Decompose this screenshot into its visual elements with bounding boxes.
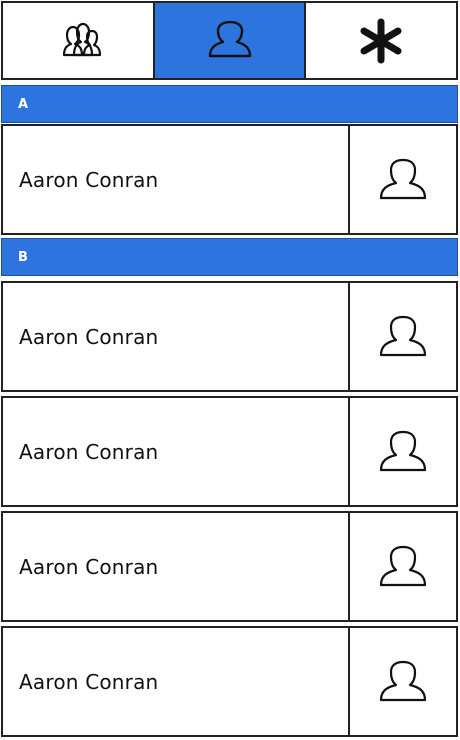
contact-name: Aaron Conran: [19, 167, 159, 192]
section-letter: A: [18, 96, 29, 112]
list-item[interactable]: Aaron Conran: [1, 281, 458, 392]
user-icon: [379, 158, 427, 199]
section-letter: B: [18, 249, 28, 265]
list-item[interactable]: Aaron Conran: [1, 124, 458, 235]
users-icon: [62, 22, 101, 56]
user-icon: [208, 20, 251, 57]
list-item[interactable]: Aaron Conran: [1, 626, 458, 737]
tab-favorites[interactable]: [306, 3, 457, 78]
user-icon: [379, 660, 427, 701]
section-header-a: A: [1, 85, 458, 123]
tab-bar: [1, 1, 458, 80]
contact-details-button[interactable]: [348, 513, 456, 620]
contact-details-button[interactable]: [348, 283, 456, 390]
contact-name: Aaron Conran: [19, 324, 159, 349]
tab-contacts[interactable]: [154, 3, 307, 78]
tab-groups[interactable]: [3, 3, 155, 78]
contact-details-button[interactable]: [348, 126, 456, 233]
contact-details-button[interactable]: [348, 628, 456, 735]
contact-details-button[interactable]: [348, 398, 456, 505]
list-item[interactable]: Aaron Conran: [1, 396, 458, 507]
asterisk-icon: [360, 18, 402, 63]
contact-name: Aaron Conran: [19, 554, 159, 579]
section-header-b: B: [1, 238, 458, 276]
user-icon: [379, 545, 427, 586]
list-item[interactable]: Aaron Conran: [1, 511, 458, 622]
contact-name: Aaron Conran: [19, 669, 159, 694]
user-icon: [379, 315, 427, 356]
user-icon: [379, 430, 427, 471]
contact-name: Aaron Conran: [19, 439, 159, 464]
